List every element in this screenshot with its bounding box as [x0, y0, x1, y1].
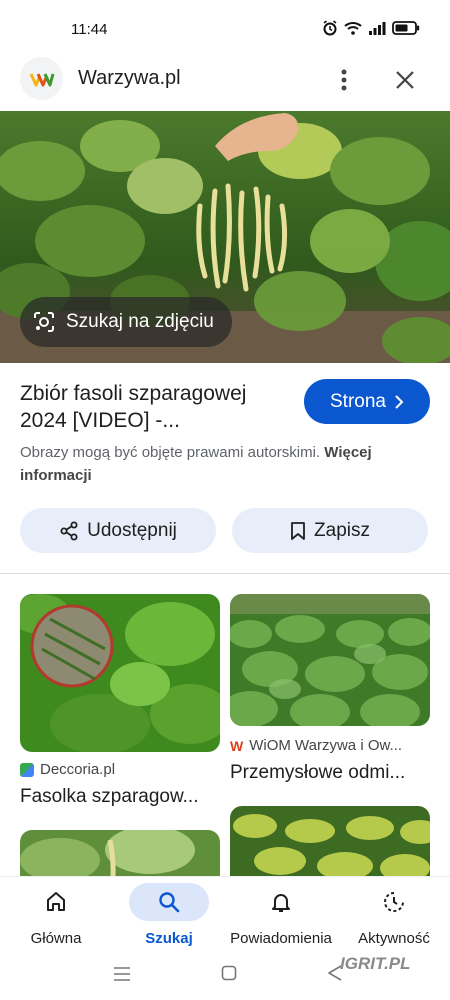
recents-icon[interactable]	[113, 966, 131, 982]
close-button[interactable]	[389, 64, 421, 96]
copyright-notice: Obrazy mogą być objęte prawami autorskim…	[20, 441, 430, 487]
result-source-1[interactable]: Deccoria.pl	[20, 761, 115, 778]
nav-label-home: Główna	[30, 930, 82, 947]
wifi-icon	[344, 22, 362, 35]
alarm-icon	[323, 20, 337, 36]
share-button[interactable]: Udostępnij	[20, 508, 216, 553]
result-thumbnail-2[interactable]	[230, 594, 430, 726]
status-time: 11:44	[71, 21, 108, 38]
watermark-text: IGRIT.PL	[340, 954, 411, 973]
home-icon	[47, 892, 65, 911]
nav-item-notifications[interactable]: Powiadomienia	[230, 883, 332, 947]
visit-site-label: Strona	[330, 390, 386, 412]
watermark: IGRIT.PL	[340, 954, 411, 974]
home-square-icon[interactable]	[221, 965, 237, 981]
search-in-image-chip[interactable]: Szukaj na zdjęciu	[20, 297, 232, 347]
result-title-1[interactable]: Fasolka szparagow...	[20, 786, 198, 808]
search-in-image-label: Szukaj na zdjęciu	[66, 311, 214, 332]
divider	[0, 573, 450, 574]
battery-icon	[392, 21, 420, 35]
share-icon	[60, 521, 78, 540]
warzywa-logo-icon[interactable]	[20, 57, 63, 100]
nav-item-activity[interactable]: Aktywność	[344, 883, 444, 947]
bookmark-icon	[291, 521, 305, 540]
nav-label-activity: Aktywność	[358, 930, 430, 947]
nav-item-search[interactable]: Szukaj	[119, 883, 219, 947]
search-icon	[159, 892, 180, 913]
deccoria-favicon-icon	[20, 762, 34, 777]
more-vert-icon	[341, 69, 347, 91]
signal-icon	[369, 22, 386, 35]
save-button[interactable]: Zapisz	[232, 508, 428, 553]
result-title[interactable]: Zbiór fasoli szparagowej 2024 [VIDEO] -.…	[20, 380, 290, 434]
share-label: Udostępnij	[87, 519, 177, 541]
more-options-button[interactable]	[328, 64, 360, 96]
save-label: Zapisz	[314, 519, 370, 541]
nav-label-notifications: Powiadomienia	[230, 930, 332, 947]
nav-item-home[interactable]: Główna	[6, 883, 106, 947]
activity-icon	[384, 892, 404, 912]
bottom-navigation: Główna Szukaj Powiadomienia Aktywność	[0, 876, 450, 956]
site-name[interactable]: Warzywa.pl	[78, 67, 181, 90]
lens-icon	[34, 312, 54, 332]
bell-icon	[272, 894, 290, 912]
copyright-text: Obrazy mogą być objęte prawami autorskim…	[20, 444, 321, 461]
result-source-label-1: Deccoria.pl	[40, 761, 116, 778]
close-icon	[396, 71, 414, 89]
result-source-label-2: WiOM Warzywa i Ow...	[249, 737, 402, 754]
result-source-2[interactable]: W WiOM Warzywa i Ow...	[230, 737, 402, 754]
page-header: Warzywa.pl	[0, 56, 450, 108]
nav-label-search: Szukaj	[145, 930, 193, 947]
status-bar: 11:44	[0, 0, 450, 58]
visit-site-button[interactable]: Strona	[304, 379, 430, 424]
wiom-favicon-icon: W	[230, 737, 244, 754]
result-title-2[interactable]: Przemysłowe odmi...	[230, 762, 405, 784]
chevron-right-icon	[395, 394, 404, 409]
result-thumbnail-1[interactable]	[20, 594, 220, 752]
